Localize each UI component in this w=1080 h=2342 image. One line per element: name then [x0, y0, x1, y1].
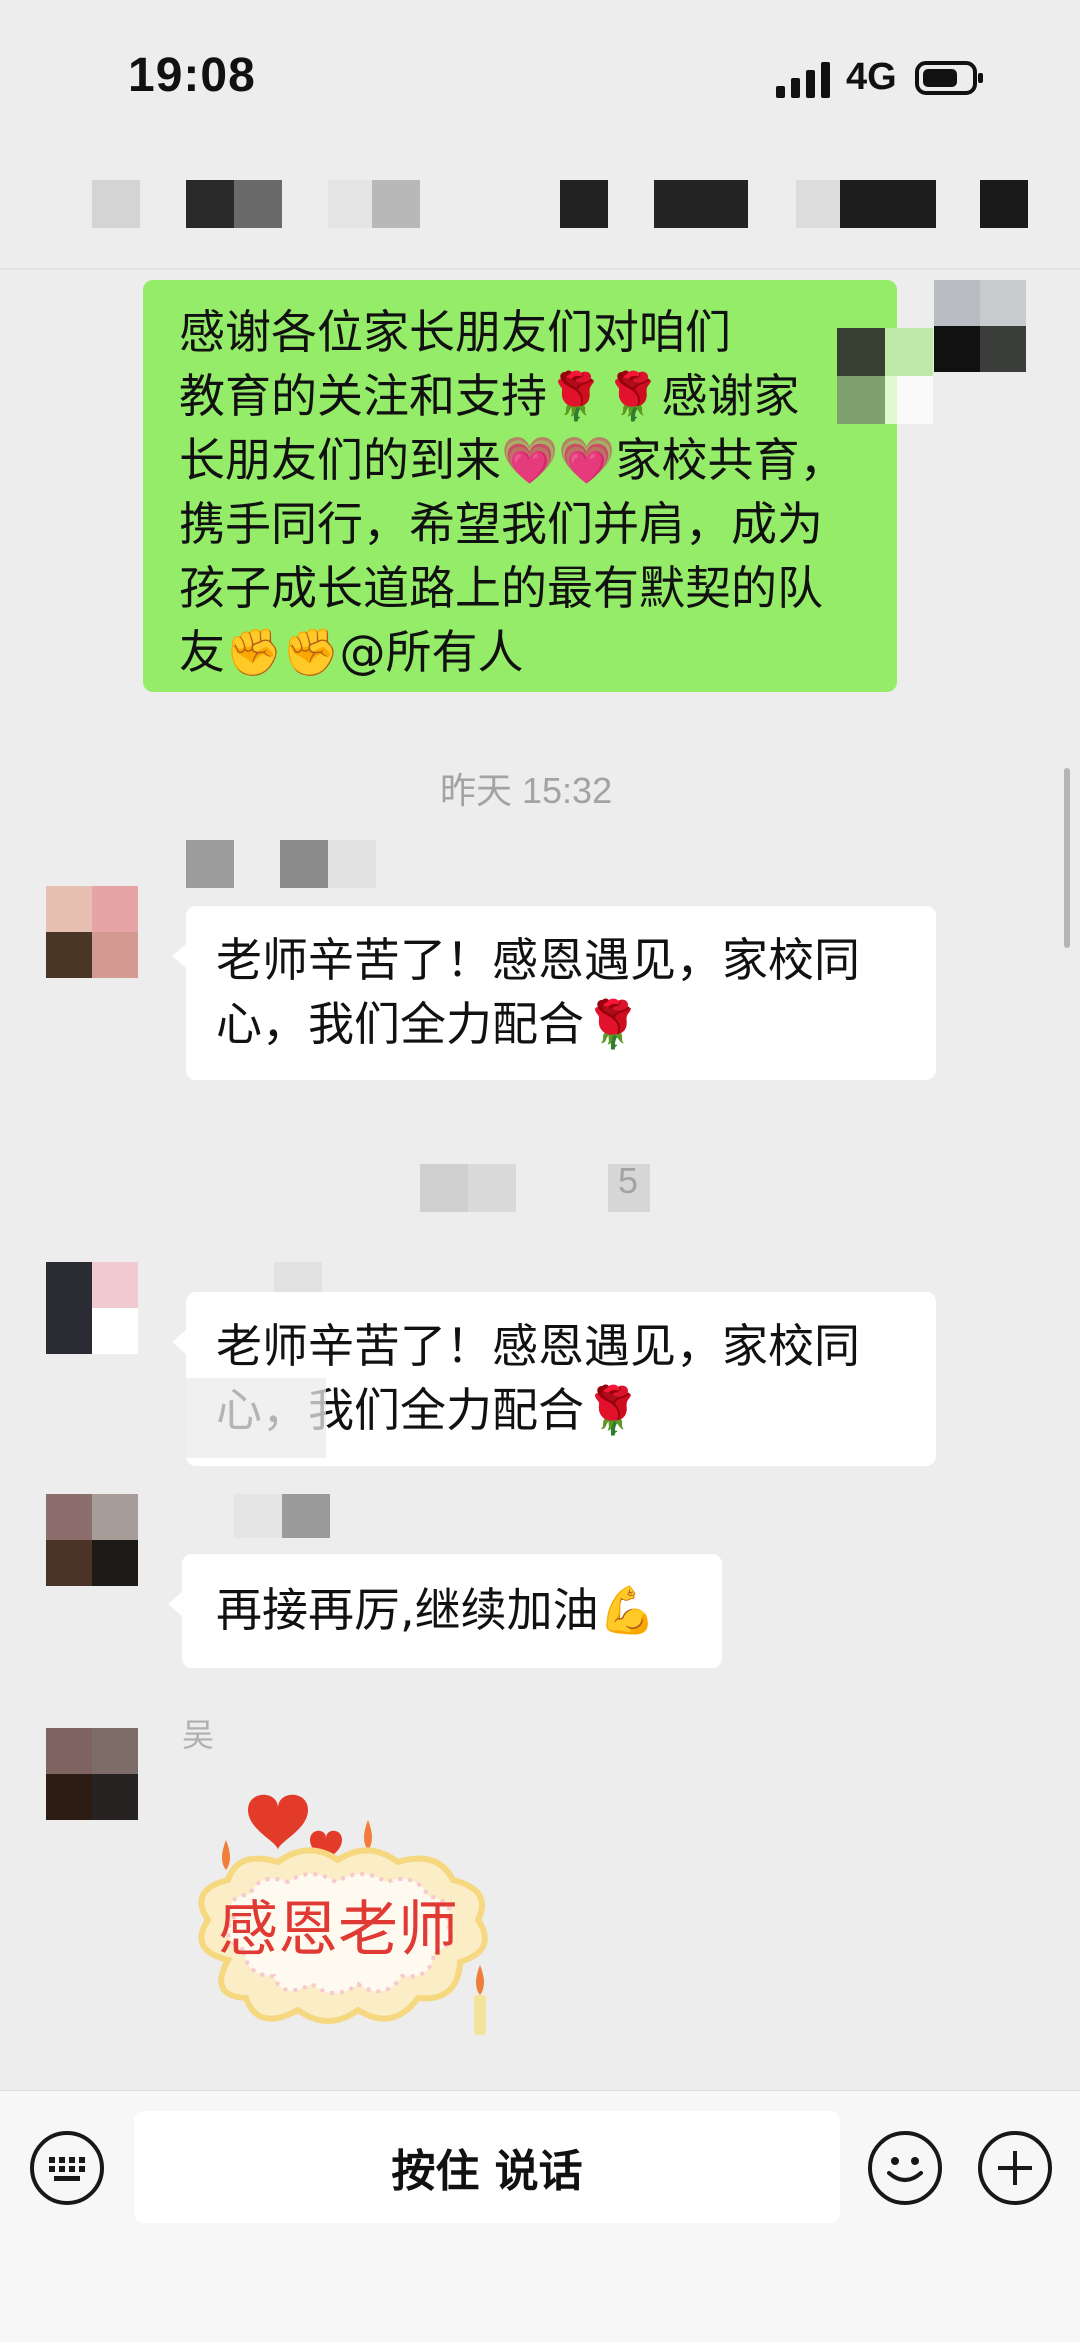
timestamp-mosaic [420, 1164, 650, 1212]
avatar-other[interactable] [46, 1262, 138, 1354]
message-line: 老师辛苦了！感恩遇见，家校同 [216, 1319, 860, 1373]
bubble-tail [172, 944, 186, 968]
message-line: 再接再厉,继续加油💪 [216, 1583, 656, 1637]
message-bubble-other[interactable]: 老师辛苦了！感恩遇见，家校同 心，我们全力配合🌹 [172, 906, 936, 1080]
status-bar: 19:08 4G [0, 0, 1080, 160]
sticker-text: 感恩老师 [218, 1895, 458, 1965]
message-line: 长朋友们的到来💗💗家校共育， [179, 433, 846, 487]
network-type: 4G [846, 56, 897, 98]
avatar-other[interactable] [46, 886, 138, 978]
bubble-tail [168, 1592, 182, 1616]
message-line: 携手同行，希望我们并肩，成为 [179, 497, 823, 551]
avatar-self[interactable] [934, 280, 1026, 372]
message-bubble-other[interactable]: 老师辛苦了！感恩遇见，家校同 心，我们全力配合🌹 [172, 1292, 936, 1466]
sticker-graphic: 感恩老师 [198, 1794, 488, 2035]
hold-to-talk-button[interactable]: 按住 说话 [134, 2111, 840, 2223]
message-line: 教育的关注和支持🌹🌹感谢家 [179, 369, 800, 423]
sender-name-mosaic [186, 1494, 336, 1538]
emoji-icon[interactable] [868, 2131, 942, 2205]
header-divider [0, 268, 1080, 270]
sticker-thank-teacher[interactable]: 感恩老师 [188, 1770, 548, 2070]
plus-icon[interactable] [978, 2131, 1052, 2205]
sender-name-fragment: 吴 [182, 1717, 215, 1753]
battery-icon [915, 61, 983, 95]
message-line: 孩子成长道路上的最有默契的队 [179, 561, 823, 615]
mosaic-overlay [186, 1378, 326, 1458]
sender-name-mosaic [186, 840, 376, 888]
message-line: 老师辛苦了！感恩遇见，家校同 [216, 933, 860, 987]
avatar-other[interactable] [46, 1728, 138, 1820]
status-time: 19:08 [128, 49, 256, 102]
bubble-tail [172, 1330, 186, 1354]
message-bubble-other[interactable]: 再接再厉,继续加油💪 [168, 1554, 722, 1668]
message-line: 友✊✊@所有人 [179, 625, 524, 679]
chat-title-mosaic [0, 180, 1080, 250]
signal-icon [776, 62, 830, 98]
input-bar: 按住 说话 [0, 2090, 1080, 2342]
avatar-other[interactable] [46, 1494, 138, 1586]
keyboard-icon[interactable] [30, 2131, 104, 2205]
message-line: 感谢各位家长朋友们对咱们 [179, 305, 731, 359]
message-line: 心，我们全力配合🌹 [216, 997, 642, 1051]
message-bubble-self[interactable]: 感谢各位家长朋友们对咱们 教育的关注和支持🌹🌹感谢家 长朋友们的到来💗💗家校共育… [143, 280, 933, 692]
mosaic-overlay [793, 328, 933, 424]
timestamp: 昨天 15:32 [440, 770, 613, 811]
scrollbar[interactable] [1064, 768, 1070, 948]
timestamp-fragment: 5 [618, 1160, 639, 1201]
